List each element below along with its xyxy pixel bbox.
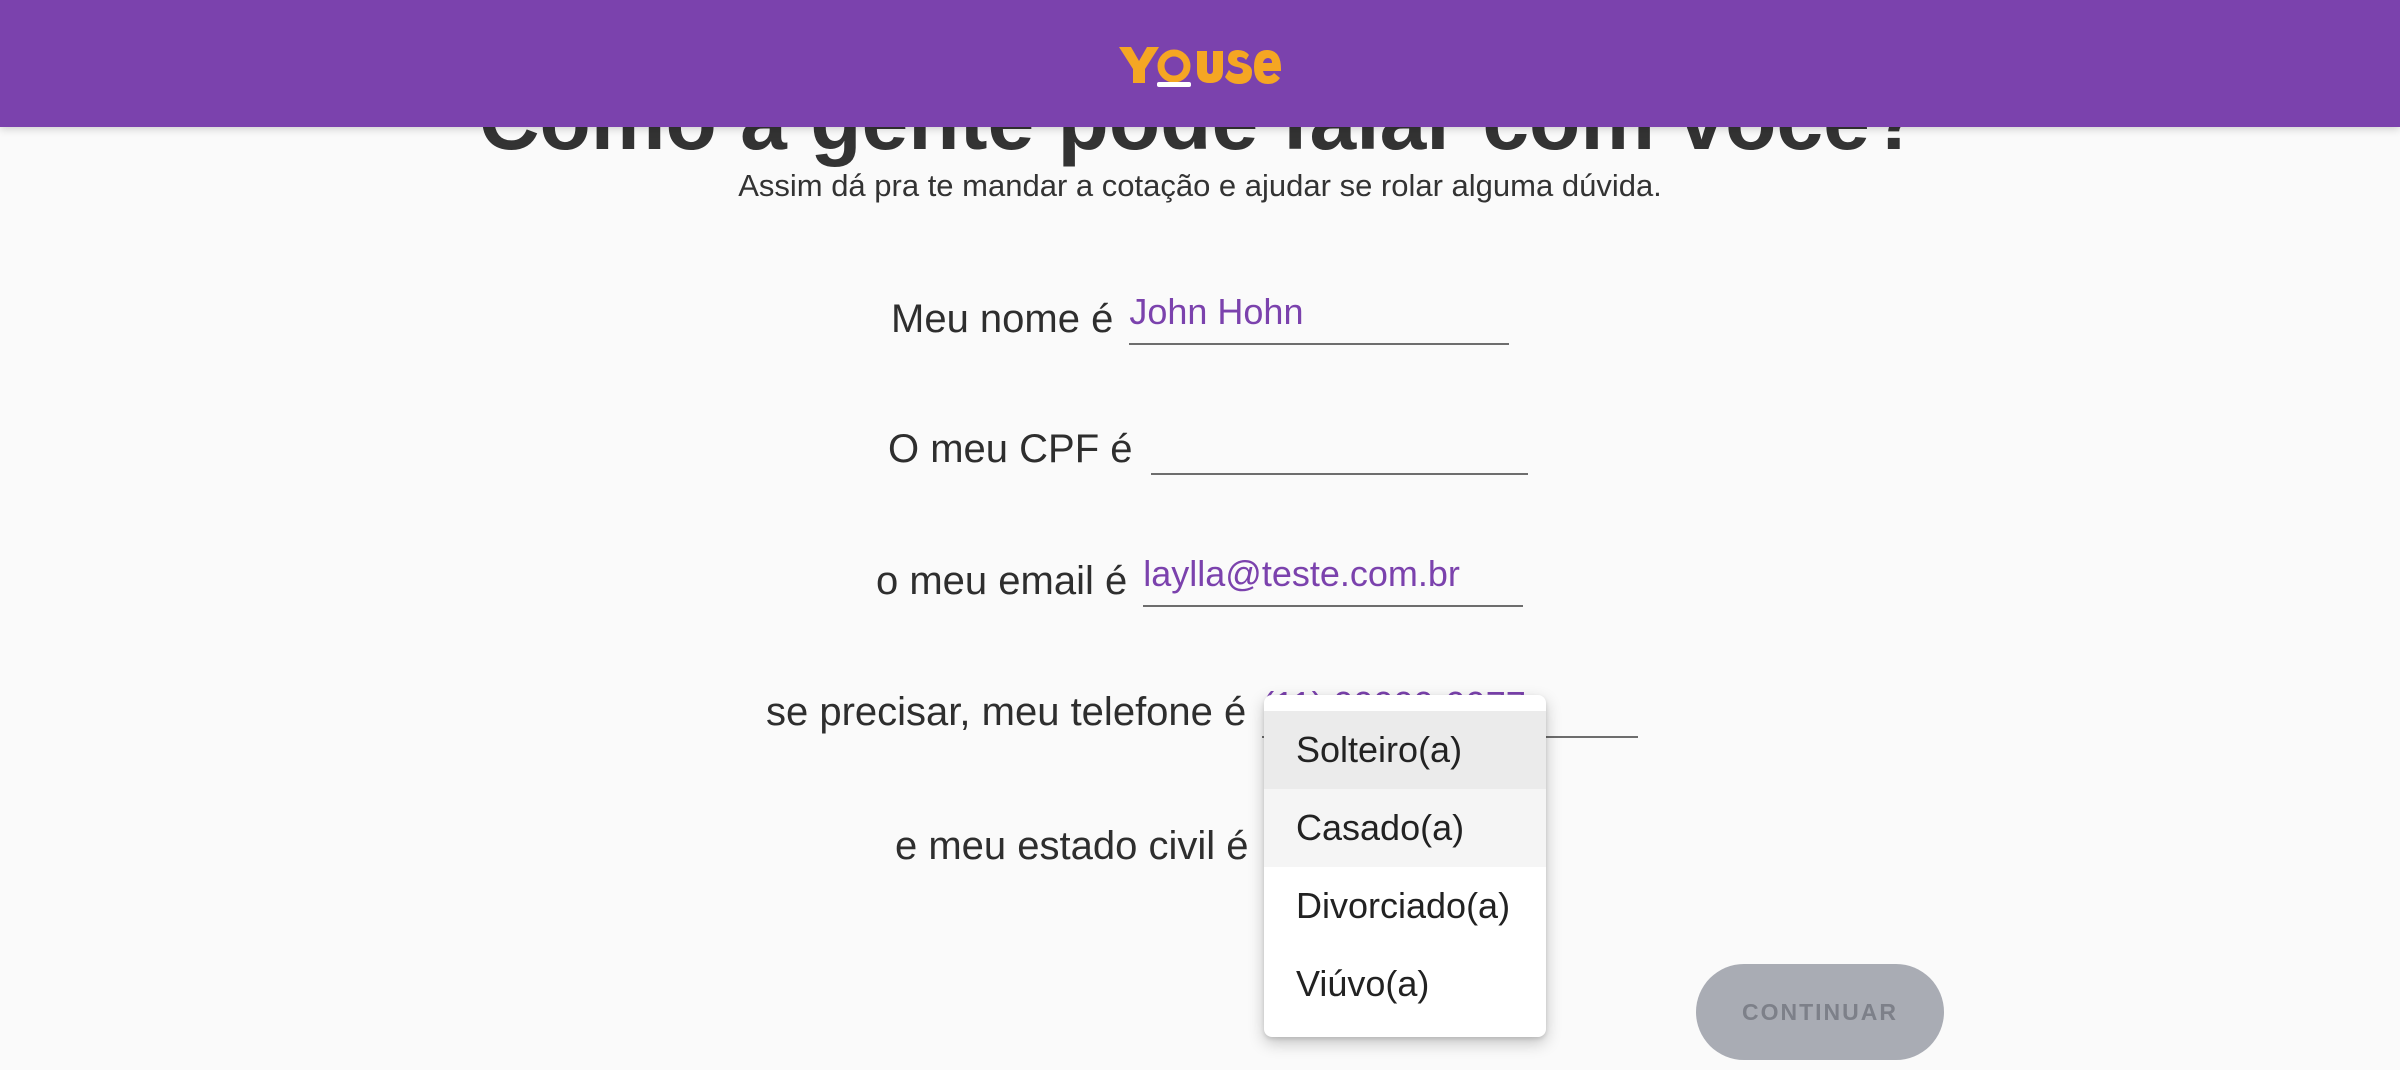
phone-label: se precisar, meu telefone é [766, 690, 1247, 734]
option-divorciado[interactable]: Divorciado(a) [1264, 867, 1546, 945]
option-casado[interactable]: Casado(a) [1264, 789, 1546, 867]
cpf-field-container [1150, 413, 1528, 475]
option-viuvo[interactable]: Viúvo(a) [1264, 945, 1546, 1023]
name-row: Meu nome é [891, 275, 1510, 345]
email-input[interactable] [1143, 553, 1524, 595]
youse-logo-mark [1119, 46, 1281, 87]
cpf-row: O meu CPF é [888, 405, 1528, 475]
cpf-label: O meu CPF é [888, 427, 1133, 471]
email-label: o meu email é [876, 559, 1128, 603]
page: Como a gente pode falar com você? Assim … [0, 0, 2400, 1070]
email-field-container [1143, 545, 1524, 607]
option-solteiro[interactable]: Solteiro(a) [1264, 711, 1546, 789]
page-subtitle: Assim dá pra te mandar a cotação e ajuda… [738, 168, 1662, 203]
civil-status-dropdown-menu: Solteiro(a) Casado(a) Divorciado(a) Viúv… [1264, 695, 1546, 1037]
top-header [0, 0, 2400, 127]
civil-status-label: e meu estado civil é [895, 824, 1249, 868]
cpf-input[interactable] [1150, 421, 1528, 463]
continue-button[interactable]: CONTINUAR [1696, 964, 1944, 1060]
email-row: o meu email é [876, 537, 1524, 607]
name-input[interactable] [1129, 291, 1510, 333]
name-label: Meu nome é [891, 297, 1114, 341]
youse-logo[interactable] [1117, 39, 1283, 89]
name-field-container [1129, 283, 1510, 345]
